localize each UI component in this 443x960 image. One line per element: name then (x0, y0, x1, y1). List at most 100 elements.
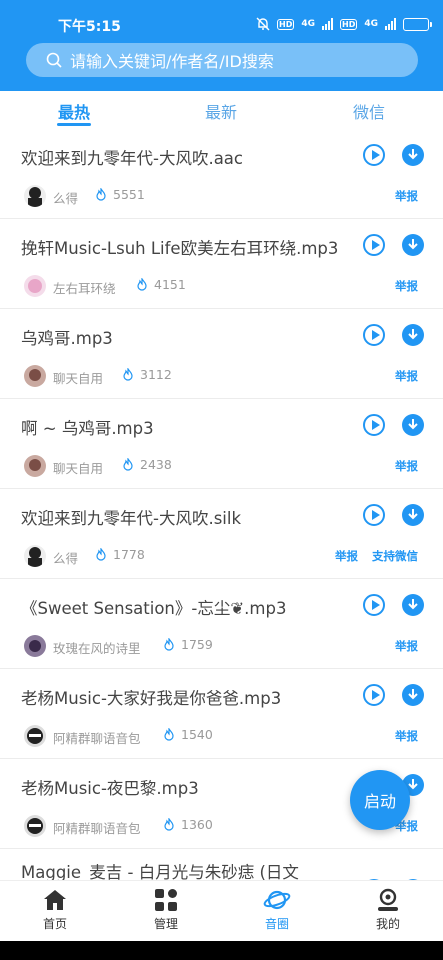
hd-icon: HD (277, 18, 295, 30)
user-icon (378, 888, 398, 911)
report-link[interactable]: 举报 (395, 638, 418, 654)
author-name[interactable]: 玫瑰在风的诗里 (53, 638, 141, 657)
download-icon[interactable] (402, 414, 424, 436)
network-type-2: 4G (364, 19, 378, 29)
list-item[interactable]: 啊 ~ 乌鸡哥.mp3 聊天自用 2438 举报 (0, 399, 443, 489)
play-icon[interactable] (363, 234, 385, 256)
flame-icon (164, 638, 174, 651)
like-count: 4151 (136, 277, 186, 292)
report-link[interactable]: 举报 (395, 368, 418, 384)
start-button[interactable]: 启动 (350, 770, 410, 830)
signal-icon (322, 18, 333, 30)
play-icon[interactable] (363, 684, 385, 706)
list-item[interactable]: 老杨Music-大家好我是你爸爸.mp3 阿精群聊语音包 1540 举报 (0, 669, 443, 759)
bell-off-icon (256, 17, 270, 31)
play-icon[interactable] (363, 324, 385, 346)
author-name[interactable]: 么得 (53, 188, 78, 207)
hd-icon-2: HD (340, 18, 358, 30)
download-icon[interactable] (402, 504, 424, 526)
like-count: 1778 (95, 547, 145, 562)
nav-mine-label: 我的 (375, 917, 400, 931)
like-count: 1540 (163, 727, 213, 742)
status-icons: HD 4G HD 4G (256, 15, 432, 33)
author-name[interactable]: 聊天自用 (53, 458, 103, 477)
list-item[interactable]: 《Sweet Sensation》-忘尘❦.mp3 玫瑰在风的诗里 1759 举… (0, 579, 443, 669)
like-count: 1759 (163, 637, 213, 652)
tab-hot[interactable]: 最热 (58, 99, 90, 123)
list-item[interactable]: 欢迎来到九零年代-大风吹.silk 么得 1778 举报 支持微信 (0, 489, 443, 579)
flame-icon (137, 278, 147, 291)
play-icon[interactable] (363, 144, 385, 166)
nav-manage[interactable]: 管理 (126, 885, 206, 932)
avatar[interactable] (24, 815, 46, 837)
bottom-nav: 首页 管理 音圈 我的 (0, 880, 443, 941)
home-icon (44, 890, 66, 910)
nav-audio-circle-label: 音圈 (264, 917, 289, 931)
avatar[interactable] (24, 365, 46, 387)
avatar[interactable] (24, 455, 46, 477)
flame-icon (164, 728, 174, 741)
planet-icon (263, 890, 291, 910)
download-icon[interactable] (402, 144, 424, 166)
avatar[interactable] (24, 635, 46, 657)
item-title: 欢迎来到九零年代-大风吹.silk (21, 509, 242, 528)
download-icon[interactable] (402, 594, 424, 616)
nav-audio-circle[interactable]: 音圈 (237, 885, 317, 932)
item-title: 《Sweet Sensation》-忘尘❦.mp3 (21, 599, 287, 618)
avatar[interactable] (24, 275, 46, 297)
item-title: 老杨Music-夜巴黎.mp3 (21, 779, 199, 798)
avatar[interactable] (24, 545, 46, 567)
like-count: 2438 (122, 457, 172, 472)
item-title: 啊 ~ 乌鸡哥.mp3 (21, 419, 154, 438)
like-count: 1360 (163, 817, 213, 832)
status-bar: 下午5:15 HD 4G HD 4G (0, 0, 443, 44)
like-count: 3112 (122, 367, 172, 382)
flame-icon (123, 458, 133, 471)
flame-icon (164, 818, 174, 831)
network-type-1: 4G (301, 19, 315, 29)
tab-new[interactable]: 最新 (205, 99, 237, 123)
report-link[interactable]: 举报 (395, 728, 418, 744)
nav-mine[interactable]: 我的 (348, 885, 428, 932)
tab-wechat[interactable]: 微信 (353, 99, 385, 123)
download-icon[interactable] (402, 324, 424, 346)
nav-home-label: 首页 (42, 917, 67, 931)
avatar[interactable] (24, 185, 46, 207)
report-link[interactable]: 举报 (335, 548, 358, 564)
search-icon (46, 52, 62, 68)
avatar[interactable] (24, 725, 46, 747)
item-title: 挽轩Music-Lsuh Life欧美左右耳环绕.mp3 (21, 239, 339, 258)
play-icon[interactable] (363, 414, 385, 436)
play-icon[interactable] (363, 594, 385, 616)
system-nav-bar (0, 941, 443, 960)
battery-icon (403, 17, 432, 31)
flame-icon (96, 188, 106, 201)
list-item[interactable]: 乌鸡哥.mp3 聊天自用 3112 举报 (0, 309, 443, 399)
report-link[interactable]: 举报 (395, 458, 418, 474)
author-name[interactable]: 么得 (53, 548, 78, 567)
item-title: 乌鸡哥.mp3 (21, 329, 113, 348)
author-name[interactable]: 左右耳环绕 (53, 278, 116, 297)
download-icon[interactable] (402, 684, 424, 706)
header: 下午5:15 HD 4G HD 4G 请输入关键词/作者名/ID搜索 (0, 0, 443, 91)
like-count: 5551 (95, 187, 145, 202)
download-icon[interactable] (402, 234, 424, 256)
report-link[interactable]: 举报 (395, 278, 418, 294)
author-name[interactable]: 阿精群聊语音包 (53, 728, 141, 747)
flame-icon (123, 368, 133, 381)
list-item[interactable]: 欢迎来到九零年代-大风吹.aac 么得 5551 举报 (0, 129, 443, 219)
flame-icon (96, 548, 106, 561)
author-name[interactable]: 聊天自用 (53, 368, 103, 387)
search-placeholder: 请输入关键词/作者名/ID搜索 (70, 52, 274, 71)
status-time: 下午5:15 (58, 19, 121, 35)
wechat-support-link[interactable]: 支持微信 (372, 548, 418, 564)
search-bar[interactable]: 请输入关键词/作者名/ID搜索 (26, 43, 418, 77)
signal-icon-2 (385, 18, 396, 30)
list-item[interactable]: 挽轩Music-Lsuh Life欧美左右耳环绕.mp3 左右耳环绕 4151 … (0, 219, 443, 309)
play-icon[interactable] (363, 504, 385, 526)
tab-underline (57, 123, 91, 126)
author-name[interactable]: 阿精群聊语音包 (53, 818, 141, 837)
tab-bar: 最热 最新 微信 (0, 91, 443, 129)
report-link[interactable]: 举报 (395, 188, 418, 204)
nav-home[interactable]: 首页 (15, 885, 95, 932)
